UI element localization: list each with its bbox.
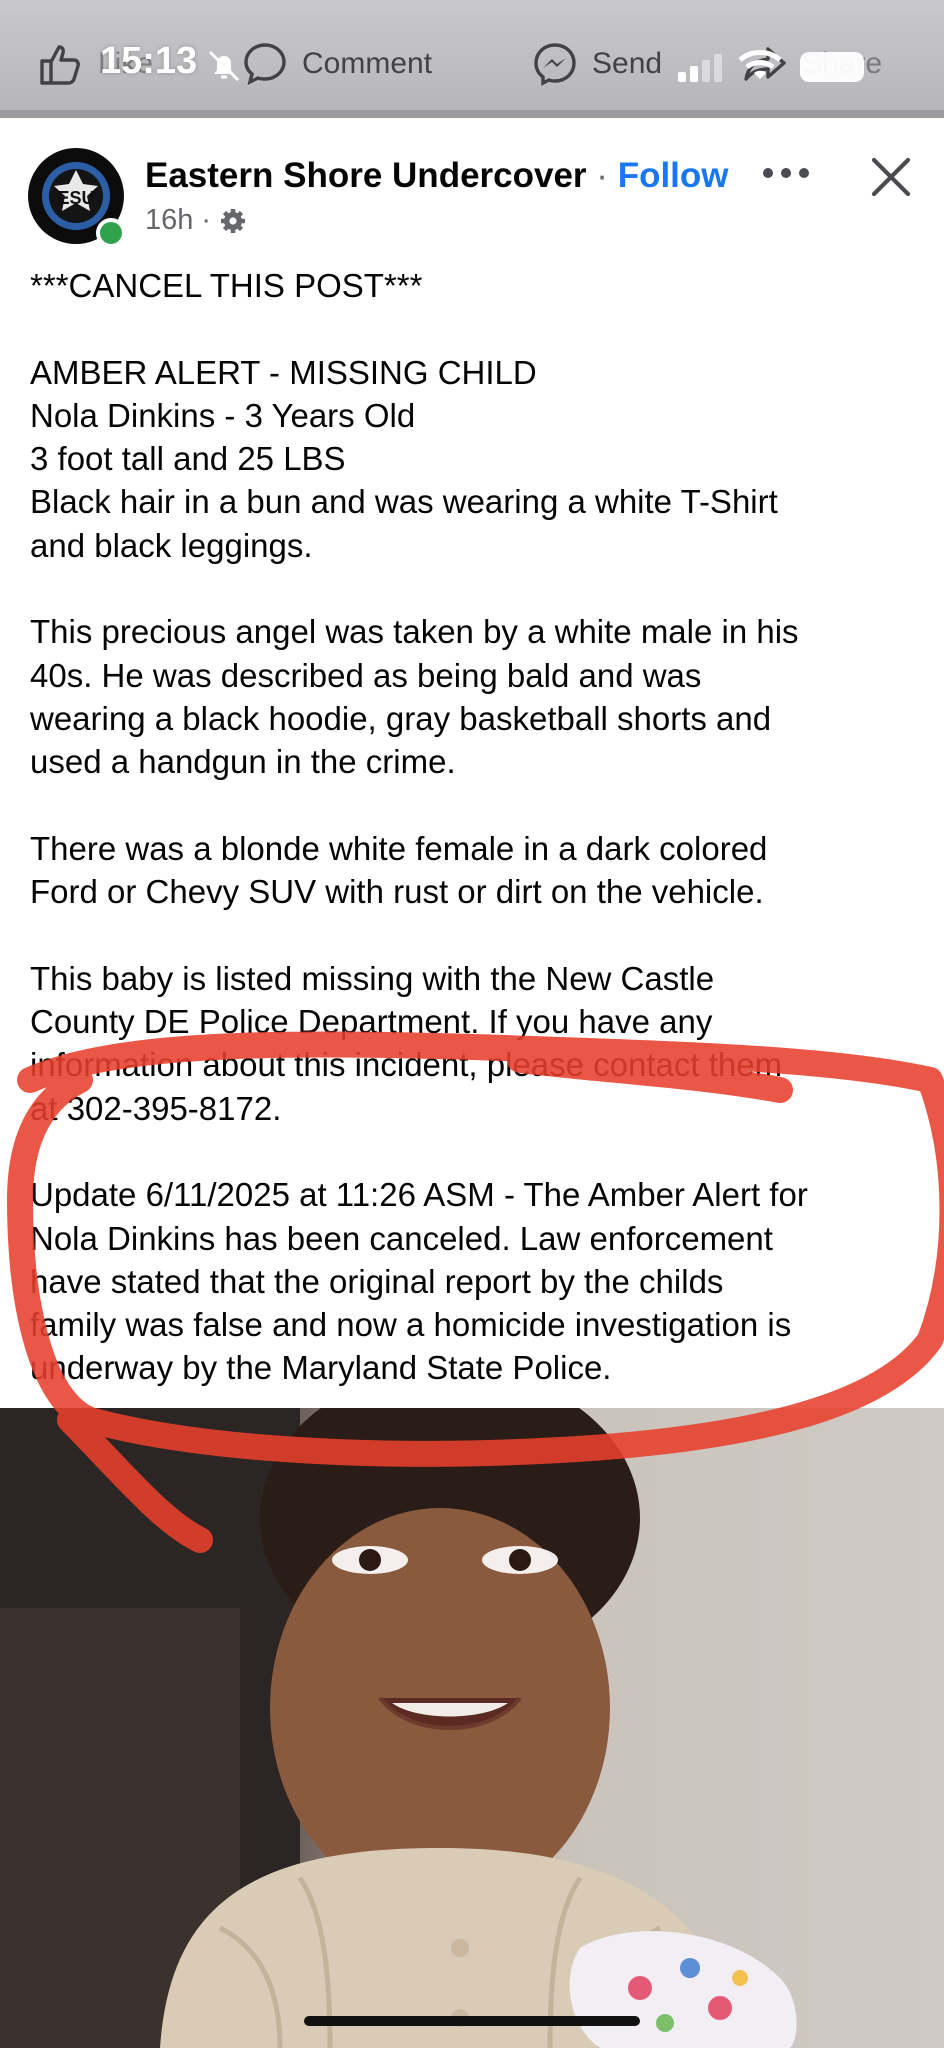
post-paragraph-contact: This baby is listed missing with the New… bbox=[30, 959, 783, 1127]
battery-icon bbox=[800, 52, 864, 82]
post-paragraph-vehicle: There was a blonde white female in a dar… bbox=[30, 829, 768, 911]
name-separator: · bbox=[596, 156, 608, 195]
send-icon bbox=[534, 43, 576, 86]
post-author-line: Eastern Shore Undercover · Follow bbox=[145, 156, 729, 196]
bell-slash-icon bbox=[208, 50, 240, 82]
follow-button[interactable]: Follow bbox=[618, 156, 729, 195]
comment-button[interactable]: Comment bbox=[240, 36, 432, 92]
more-icon[interactable] bbox=[760, 158, 812, 188]
post-paragraph-suspect: This precious angel was taken by a white… bbox=[30, 613, 799, 781]
top-bar-divider bbox=[0, 110, 944, 118]
post-time-ago[interactable]: 16h bbox=[145, 204, 193, 237]
gear-icon bbox=[221, 208, 246, 233]
post-header: ESU Eastern Shore Undercover · Follow 16… bbox=[0, 118, 944, 258]
online-indicator bbox=[96, 218, 126, 248]
post-body: ***CANCEL THIS POST*** AMBER ALERT - MIS… bbox=[30, 264, 920, 1390]
avatar-initials: ESU bbox=[57, 188, 94, 208]
home-indicator[interactable] bbox=[304, 2016, 640, 2026]
post-paragraph-update: Update 6/11/2025 at 11:26 ASM - The Ambe… bbox=[30, 1176, 808, 1387]
status-time: 15:13 bbox=[100, 40, 198, 82]
like-icon bbox=[40, 45, 80, 85]
send-label: Send bbox=[592, 47, 663, 80]
child-photo-illustration bbox=[0, 1408, 797, 2048]
close-icon[interactable] bbox=[868, 154, 914, 200]
comment-label: Comment bbox=[302, 47, 433, 80]
time-separator: · bbox=[201, 204, 212, 236]
post-paragraph-cancel: ***CANCEL THIS POST*** bbox=[30, 267, 423, 304]
post-photo[interactable] bbox=[0, 1408, 944, 2048]
post-timestamp: 16h · bbox=[145, 204, 247, 237]
comment-icon bbox=[244, 43, 286, 86]
send-button[interactable]: Send bbox=[530, 36, 662, 92]
post-paragraph-alert: AMBER ALERT - MISSING CHILD Nola Dinkins… bbox=[30, 353, 778, 564]
signal-icon bbox=[678, 54, 722, 82]
wifi-icon bbox=[738, 50, 782, 79]
page-name[interactable]: Eastern Shore Undercover bbox=[145, 156, 587, 195]
